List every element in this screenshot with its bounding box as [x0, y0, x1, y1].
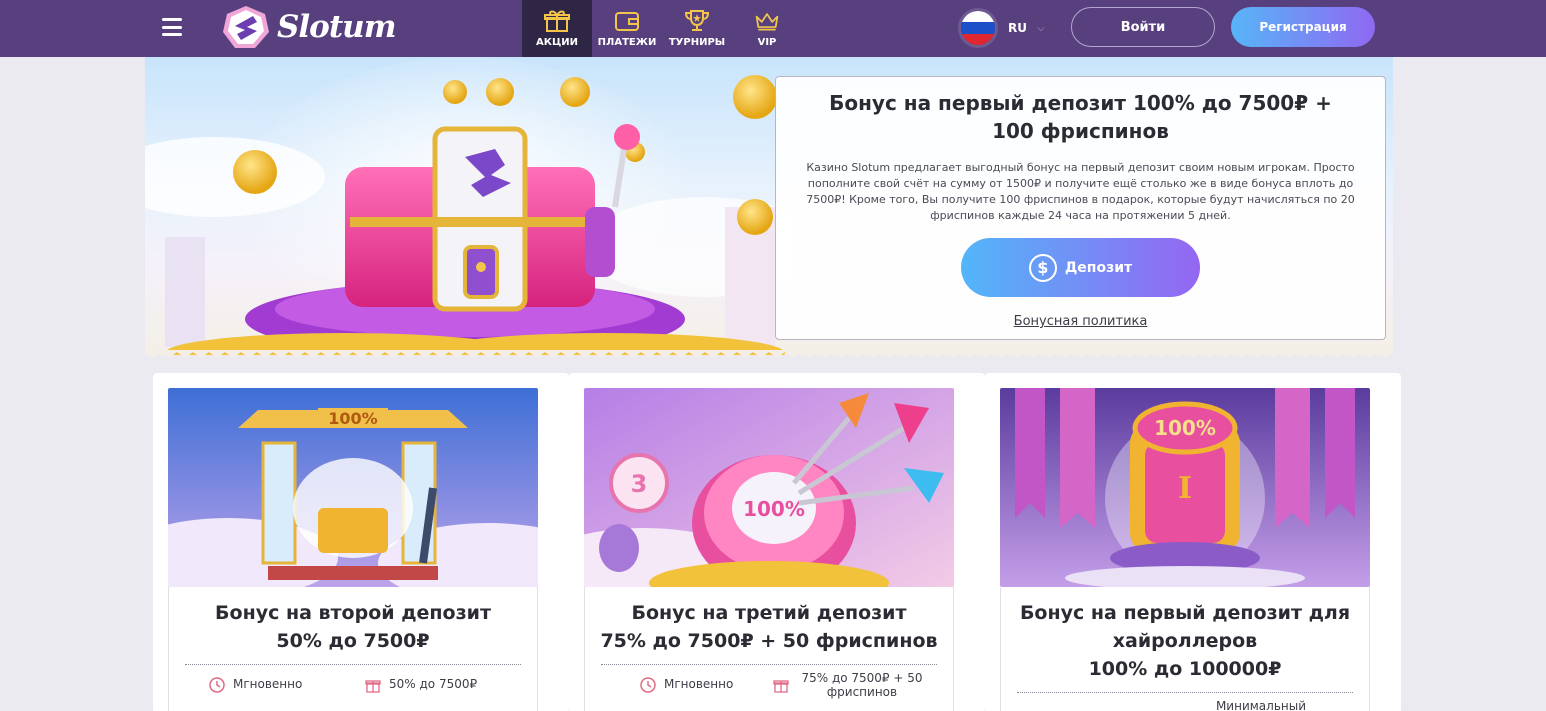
- darts-target-illustration: 3 100%: [584, 388, 954, 587]
- top-header: Slotum АКЦИИ ПЛАТЕЖИ ТУРНИРЫ VIP RU ⌵ Во…: [0, 0, 1546, 57]
- card-body: Бонус на третий депозит 75% до 7500₽ + 5…: [584, 587, 954, 711]
- svg-text:100%: 100%: [743, 497, 805, 521]
- clock-icon: [640, 677, 656, 693]
- svg-text:3: 3: [631, 470, 648, 498]
- hero-banner: Бонус на первый депозит 100% до 7500₽ + …: [145, 57, 1393, 355]
- card-title: Бонус на первый депозит для хайроллеров …: [1001, 587, 1369, 683]
- card-title-line: 75% до 7500₽ + 50 фриспинов: [600, 630, 938, 652]
- nav-label: VIP: [757, 37, 777, 48]
- gift-icon: [365, 680, 381, 693]
- hero-offer-card: Бонус на первый депозит 100% до 7500₽ + …: [775, 76, 1386, 340]
- hero-description: Казино Slotum предлагает выгодный бонус …: [806, 161, 1355, 222]
- card-title-line: хайроллеров: [1112, 630, 1258, 652]
- logo-icon: [223, 6, 269, 48]
- chevron-down-icon: ⌵: [1036, 22, 1045, 34]
- treasure-chest-illustration: [145, 57, 795, 355]
- card-title-line: Бонус на третий депозит: [631, 602, 907, 624]
- gift-icon: [773, 680, 789, 693]
- logo-text: Slotum: [277, 9, 396, 45]
- register-button[interactable]: Регистрация: [1231, 7, 1375, 47]
- wallet-icon: [615, 12, 639, 31]
- card-divider: [185, 664, 521, 665]
- login-button[interactable]: Войти: [1071, 7, 1215, 47]
- main-nav: АКЦИИ ПЛАТЕЖИ ТУРНИРЫ VIP: [522, 0, 802, 57]
- nav-label: ТУРНИРЫ: [668, 37, 726, 48]
- svg-text:100%: 100%: [328, 409, 377, 428]
- card-divider: [601, 664, 937, 665]
- dollar-icon: $: [1028, 253, 1057, 282]
- card-title-line: Бонус на второй депозит: [215, 602, 491, 624]
- russia-flag-icon: [958, 8, 998, 48]
- trophy-icon: [684, 10, 710, 31]
- card-reward-text: Минимальный: [1215, 699, 1307, 711]
- card-image: 100% I: [1000, 388, 1370, 587]
- card-timing-text: Мгновенно: [664, 677, 734, 691]
- gift-icon: [544, 10, 570, 32]
- nav-promotions[interactable]: АКЦИИ: [522, 0, 592, 57]
- card-image: 3 100%: [584, 388, 954, 587]
- bonus-card-third-deposit[interactable]: 3 100% Бонус на третий депозит 75% до 75…: [569, 373, 985, 711]
- bonus-card-highroller[interactable]: 100% I Бонус на первый депозит для хайро…: [985, 373, 1401, 711]
- crown-icon: [755, 13, 779, 31]
- svg-text:I: I: [1178, 471, 1192, 506]
- card-body: Бонус на второй депозит 50% до 7500₽ Мгн…: [168, 587, 538, 711]
- nav-vip[interactable]: VIP: [732, 0, 802, 57]
- card-title-line: 50% до 7500₽: [276, 630, 430, 652]
- logo[interactable]: Slotum: [221, 4, 396, 50]
- card-reward: 50% до 7500₽: [365, 677, 477, 693]
- nav-payments[interactable]: ПЛАТЕЖИ: [592, 0, 662, 57]
- card-reward: 75% до 7500₽ + 50 фриспинов: [773, 671, 933, 699]
- menu-icon[interactable]: [162, 18, 182, 36]
- nav-label: АКЦИИ: [536, 37, 578, 48]
- card-reward: Минимальный: [1201, 699, 1341, 711]
- card-title: Бонус на третий депозит 75% до 7500₽ + 5…: [585, 587, 953, 655]
- card-reward-text: 75% до 7500₽ + 50 фриспинов: [801, 671, 923, 699]
- language-selector[interactable]: RU ⌵: [958, 8, 1045, 48]
- clock-icon: [209, 677, 225, 693]
- card-timing: Мгновенно: [209, 677, 302, 693]
- card-title: Бонус на второй депозит 50% до 7500₽: [169, 587, 537, 655]
- card-divider: [1017, 692, 1353, 693]
- language-code: RU: [1008, 21, 1027, 35]
- hero-title: Бонус на первый депозит 100% до 7500₽ + …: [829, 91, 1332, 143]
- nav-label: ПЛАТЕЖИ: [597, 37, 657, 48]
- card-title-line: Бонус на первый депозит для: [1019, 602, 1351, 624]
- card-body: Бонус на первый депозит для хайроллеров …: [1000, 587, 1370, 711]
- card-reward-text: 50% до 7500₽: [389, 677, 478, 691]
- deposit-label: Депозит: [1064, 259, 1133, 276]
- card-timing: Мгновенно: [640, 677, 733, 693]
- bonus-policy-link[interactable]: Бонусная политика: [776, 314, 1385, 329]
- card-title-line: 100% до 100000₽: [1088, 658, 1282, 680]
- card-image: 100%: [168, 388, 538, 587]
- nav-tournaments[interactable]: ТУРНИРЫ: [662, 0, 732, 57]
- bonus-card-second-deposit[interactable]: 100% Бонус на второй депозит 50% до 7500…: [153, 373, 569, 711]
- temple-treasure-illustration: 100%: [168, 388, 538, 587]
- card-timing-text: Мгновенно: [233, 677, 303, 691]
- zigzag-divider: [145, 350, 1393, 358]
- throne-illustration: 100% I: [1000, 388, 1370, 587]
- svg-text:100%: 100%: [1154, 416, 1216, 440]
- deposit-button[interactable]: $ Депозит: [961, 238, 1200, 297]
